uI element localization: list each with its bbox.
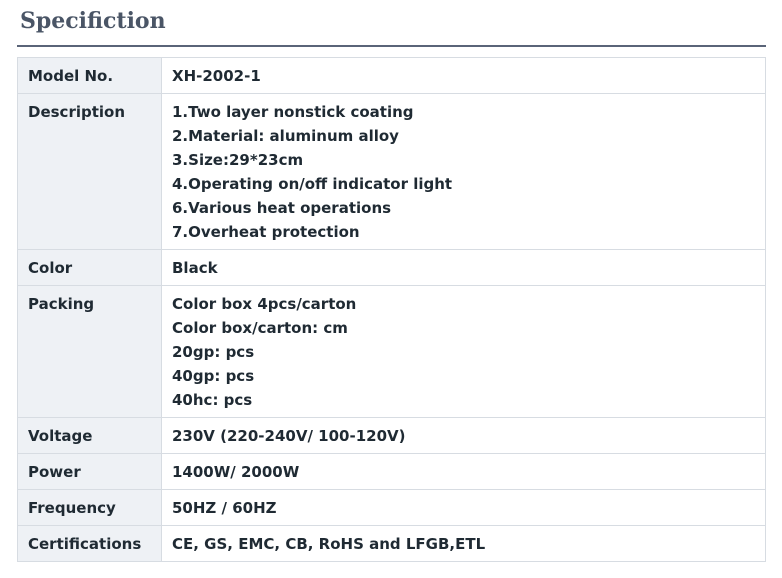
row-value-cell: 50HZ / 60HZ [161,489,766,526]
row-value: Color box 4pcs/carton [172,295,357,313]
row-label-cell: Voltage [17,417,162,454]
row-value: 20gp: pcs [172,343,255,361]
row-label: Color [28,259,73,277]
row-label-cell: Color [17,249,162,286]
row-label-cell: Model No. [17,57,162,94]
row-label: Model No. [28,67,114,85]
row-value-cell: Color box 4pcs/carton Color box/carton: … [161,285,766,418]
table-row: Description 1.Two layer nonstick coating… [17,93,766,250]
row-value-cell: 1400W/ 2000W [161,453,766,490]
row-value: 40gp: pcs [172,367,255,385]
row-value-cell: 1.Two layer nonstick coating 2.Material:… [161,93,766,250]
table-row: Color Black [17,249,766,286]
specification-table: Model No. XH-2002-1 Description 1.Two la… [17,57,766,562]
row-value: 4.Operating on/off indicator light [172,175,453,193]
row-value: 1.Two layer nonstick coating [172,103,414,121]
table-row: Voltage 230V (220-240V/ 100-120V) [17,417,766,454]
row-value: 6.Various heat operations [172,199,392,217]
table-row: Power 1400W/ 2000W [17,453,766,490]
row-label-cell: Description [17,93,162,250]
row-value: Color box/carton: cm [172,319,348,337]
row-value-cell: XH-2002-1 [161,57,766,94]
row-label: Voltage [28,427,93,445]
row-value-cell: Black [161,249,766,286]
row-label-cell: Packing [17,285,162,418]
row-label-cell: Power [17,453,162,490]
row-label: Description [28,103,126,121]
row-label: Frequency [28,499,116,517]
row-value: 40hc: pcs [172,391,253,409]
page-title: Specifiction [20,8,166,34]
row-value: XH-2002-1 [172,67,261,85]
row-value: CE, GS, EMC, CB, RoHS and LFGB,ETL [172,535,486,553]
row-value: 7.Overheat protection [172,223,360,241]
row-value-cell: 230V (220-240V/ 100-120V) [161,417,766,454]
table-row: Certifications CE, GS, EMC, CB, RoHS and… [17,525,766,562]
row-label: Packing [28,295,95,313]
row-value: 50HZ / 60HZ [172,499,277,517]
row-value: Black [172,259,218,277]
row-value: 3.Size:29*23cm [172,151,304,169]
row-label: Certifications [28,535,142,553]
row-value: 230V (220-240V/ 100-120V) [172,427,406,445]
row-value: 2.Material: aluminum alloy [172,127,399,145]
row-label-cell: Certifications [17,525,162,562]
row-label: Power [28,463,81,481]
table-row: Model No. XH-2002-1 [17,57,766,94]
row-value: 1400W/ 2000W [172,463,300,481]
table-row: Packing Color box 4pcs/carton Color box/… [17,285,766,418]
table-row: Frequency 50HZ / 60HZ [17,489,766,526]
row-value-cell: CE, GS, EMC, CB, RoHS and LFGB,ETL [161,525,766,562]
title-divider [17,45,766,47]
row-label-cell: Frequency [17,489,162,526]
